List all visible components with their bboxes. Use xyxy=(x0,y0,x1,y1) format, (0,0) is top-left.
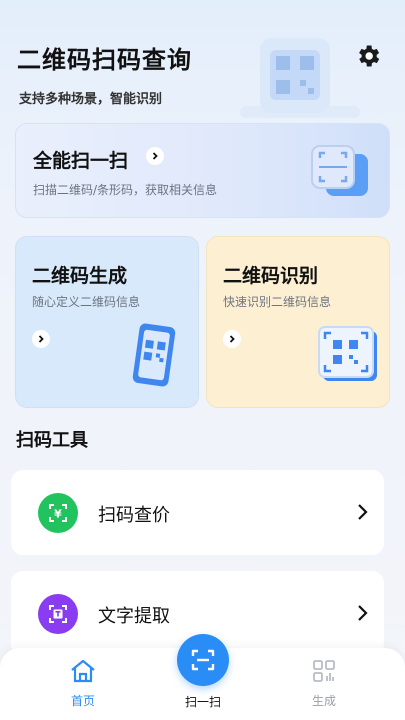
tools-section-title: 扫码工具 xyxy=(16,430,88,451)
page-subtitle: 支持多种场景，智能识别 xyxy=(19,92,163,107)
qr-recognize-subtitle: 快速识别二维码信息 xyxy=(223,295,332,309)
grid-chart-icon xyxy=(313,660,335,682)
qr-recognize-arrow[interactable] xyxy=(223,330,241,348)
nav-home-label: 首页 xyxy=(70,694,95,708)
scan-fab-button[interactable] xyxy=(177,634,229,686)
chevron-right-icon xyxy=(229,335,235,343)
qr-generate-arrow[interactable] xyxy=(32,330,50,348)
scan-icon xyxy=(191,649,215,671)
text-scan-icon xyxy=(38,594,78,634)
chevron-right-icon xyxy=(358,605,368,621)
qr-hero-illustration xyxy=(240,38,360,118)
yen-scan-icon: ¥ xyxy=(38,493,78,533)
chevron-right-icon xyxy=(38,335,44,343)
tool-label: 扫码查价 xyxy=(98,505,170,526)
nav-generate-label: 生成 xyxy=(311,694,336,708)
scan-all-title: 全能扫一扫 xyxy=(33,150,129,172)
page-title: 二维码扫码查询 xyxy=(17,46,192,74)
scan-frame-qr-illustration xyxy=(318,326,377,381)
scan-card-illustration xyxy=(311,145,368,196)
qr-generate-subtitle: 随心定义二维码信息 xyxy=(32,295,141,309)
qr-generate-title: 二维码生成 xyxy=(32,265,128,287)
tool-row-price-scan[interactable]: ¥ 扫码查价 xyxy=(11,470,384,555)
chevron-right-icon xyxy=(358,504,368,520)
chevron-right-icon xyxy=(152,152,158,160)
qr-recognize-card[interactable]: 二维码识别 快速识别二维码信息 xyxy=(206,236,390,408)
qr-recognize-title: 二维码识别 xyxy=(223,265,319,287)
scan-all-subtitle: 扫描二维码/条形码，获取相关信息 xyxy=(33,183,218,197)
svg-text:¥: ¥ xyxy=(54,508,62,521)
tool-label: 文字提取 xyxy=(98,606,170,627)
scan-all-card[interactable]: 全能扫一扫 扫描二维码/条形码，获取相关信息 xyxy=(15,123,390,218)
home-icon xyxy=(71,659,95,683)
settings-button[interactable] xyxy=(353,41,383,71)
phone-qr-illustration xyxy=(132,323,176,387)
gear-icon xyxy=(359,45,380,67)
nav-scan-label[interactable]: 扫一扫 xyxy=(163,693,243,710)
nav-item-generate[interactable]: 生成 xyxy=(284,658,364,709)
nav-item-home[interactable]: 首页 xyxy=(43,658,123,709)
scan-all-arrow[interactable] xyxy=(146,147,164,165)
qr-generate-card[interactable]: 二维码生成 随心定义二维码信息 xyxy=(15,236,199,408)
